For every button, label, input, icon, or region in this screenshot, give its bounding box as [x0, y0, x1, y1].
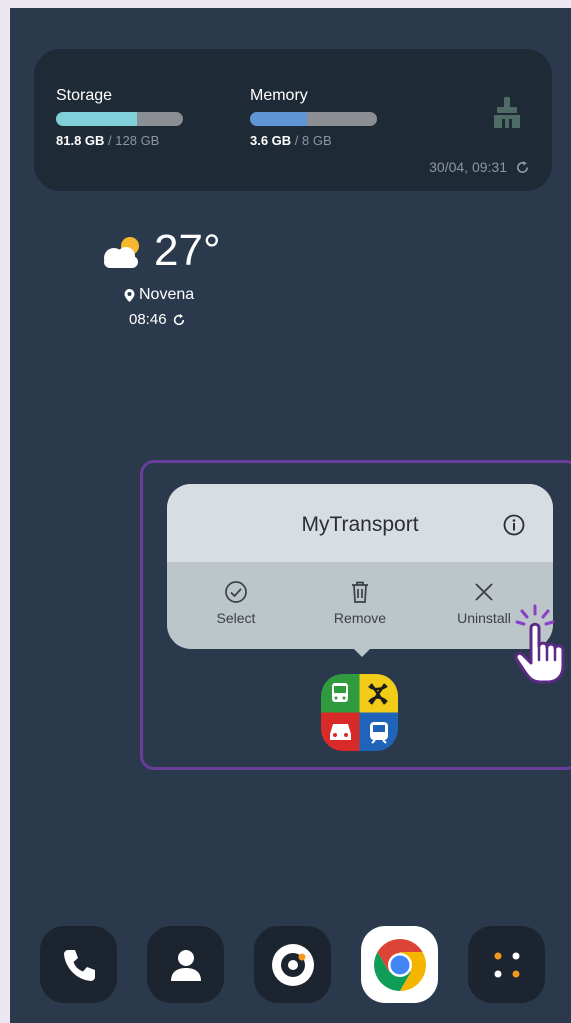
weather-widget[interactable]: 27° Novena 08:46	[98, 226, 238, 340]
contacts-icon	[170, 949, 201, 981]
storage-bar	[56, 112, 183, 126]
clean-brush-icon[interactable]	[492, 97, 522, 129]
context-menu-header: MyTransport	[167, 484, 553, 562]
storage-label: Storage	[56, 87, 113, 104]
storage-separator: /	[104, 133, 116, 148]
remove-label: Remove	[333, 610, 387, 626]
chrome-icon	[373, 938, 426, 991]
trash-icon	[352, 581, 368, 603]
memory-separator: /	[291, 133, 303, 148]
dock-phone[interactable]	[40, 926, 117, 1003]
app-context-menu: MyTransport Select Remove Uninstall	[167, 484, 553, 649]
last-updated-time: 30/04, 09:31	[429, 159, 507, 175]
remove-action[interactable]: Remove	[305, 580, 415, 628]
uninstall-label: Uninstall	[457, 610, 511, 626]
memory-bar-fill	[250, 112, 308, 126]
weather-time: 08:46	[129, 311, 167, 328]
temperature: 27°	[154, 226, 221, 275]
context-menu-pointer	[353, 648, 371, 657]
location-name: Novena	[139, 286, 195, 303]
select-action[interactable]: Select	[181, 580, 291, 628]
home-screen: Storage 81.8 GB / 128 GB Memory 3.6 GB /…	[10, 8, 571, 1023]
memory-label: Memory	[250, 87, 308, 104]
location-pin-icon	[124, 288, 135, 302]
dock-camera[interactable]	[254, 926, 331, 1003]
memory-bar	[250, 112, 377, 126]
refresh-icon[interactable]	[515, 160, 530, 175]
storage-used: 81.8 GB	[56, 133, 105, 148]
last-updated: 30/04, 09:31	[429, 159, 530, 175]
select-label: Select	[216, 610, 256, 626]
check-circle-icon	[225, 581, 247, 603]
memory-total: 8 GB	[302, 133, 332, 148]
storage-bar-fill	[56, 112, 138, 126]
camera-icon	[271, 943, 314, 986]
dock-contacts[interactable]	[147, 926, 224, 1003]
close-icon	[475, 583, 493, 601]
memory-usage: 3.6 GB / 8 GB	[250, 133, 332, 148]
context-menu-title: MyTransport	[301, 513, 419, 536]
info-icon[interactable]	[503, 514, 525, 536]
weather-location: Novena	[124, 286, 194, 304]
apps-dots-icon	[494, 952, 519, 977]
mytransport-app-icon[interactable]	[321, 674, 398, 751]
refresh-icon[interactable]	[172, 313, 186, 327]
device-care-widget[interactable]: Storage 81.8 GB / 128 GB Memory 3.6 GB /…	[34, 49, 552, 191]
hand-pointer-icon	[514, 604, 565, 684]
memory-used: 3.6 GB	[250, 133, 292, 148]
storage-usage: 81.8 GB / 128 GB	[56, 133, 159, 148]
phone-icon	[63, 949, 95, 981]
partly-cloudy-icon	[104, 237, 139, 268]
dock-chrome[interactable]	[361, 926, 438, 1003]
storage-total: 128 GB	[115, 133, 160, 148]
dock-app-drawer[interactable]	[468, 926, 545, 1003]
weather-update: 08:46	[129, 311, 186, 328]
